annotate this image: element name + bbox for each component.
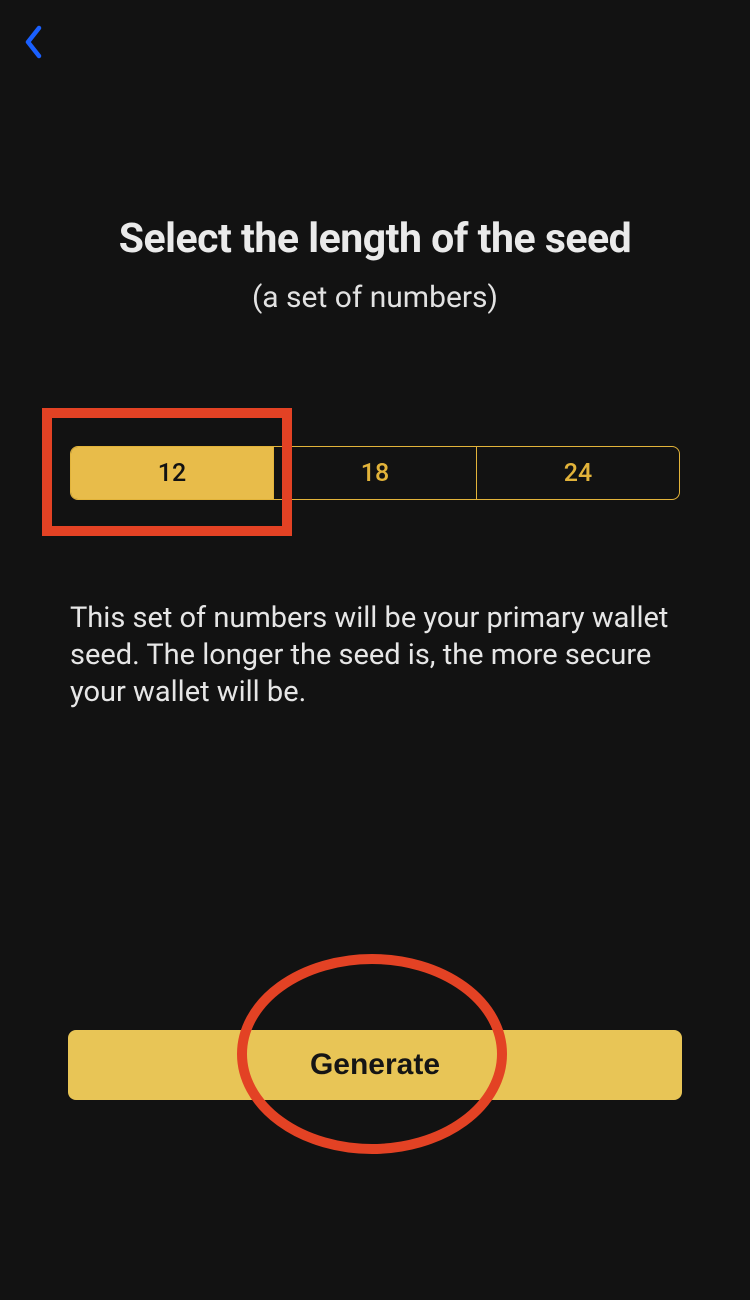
seed-description: This set of numbers will be your primary… [70, 600, 680, 711]
generate-button-label: Generate [310, 1048, 440, 1082]
seed-option-18[interactable]: 18 [274, 447, 477, 499]
seed-length-segmented: 12 18 24 [70, 446, 680, 500]
page-subtitle: (a set of numbers) [0, 280, 750, 315]
page-title: Select the length of the seed [0, 215, 750, 263]
seed-option-12[interactable]: 12 [71, 447, 274, 499]
generate-button[interactable]: Generate [68, 1030, 682, 1100]
chevron-left-icon [24, 25, 44, 63]
seed-option-24[interactable]: 24 [477, 447, 679, 499]
back-button[interactable] [18, 26, 50, 62]
